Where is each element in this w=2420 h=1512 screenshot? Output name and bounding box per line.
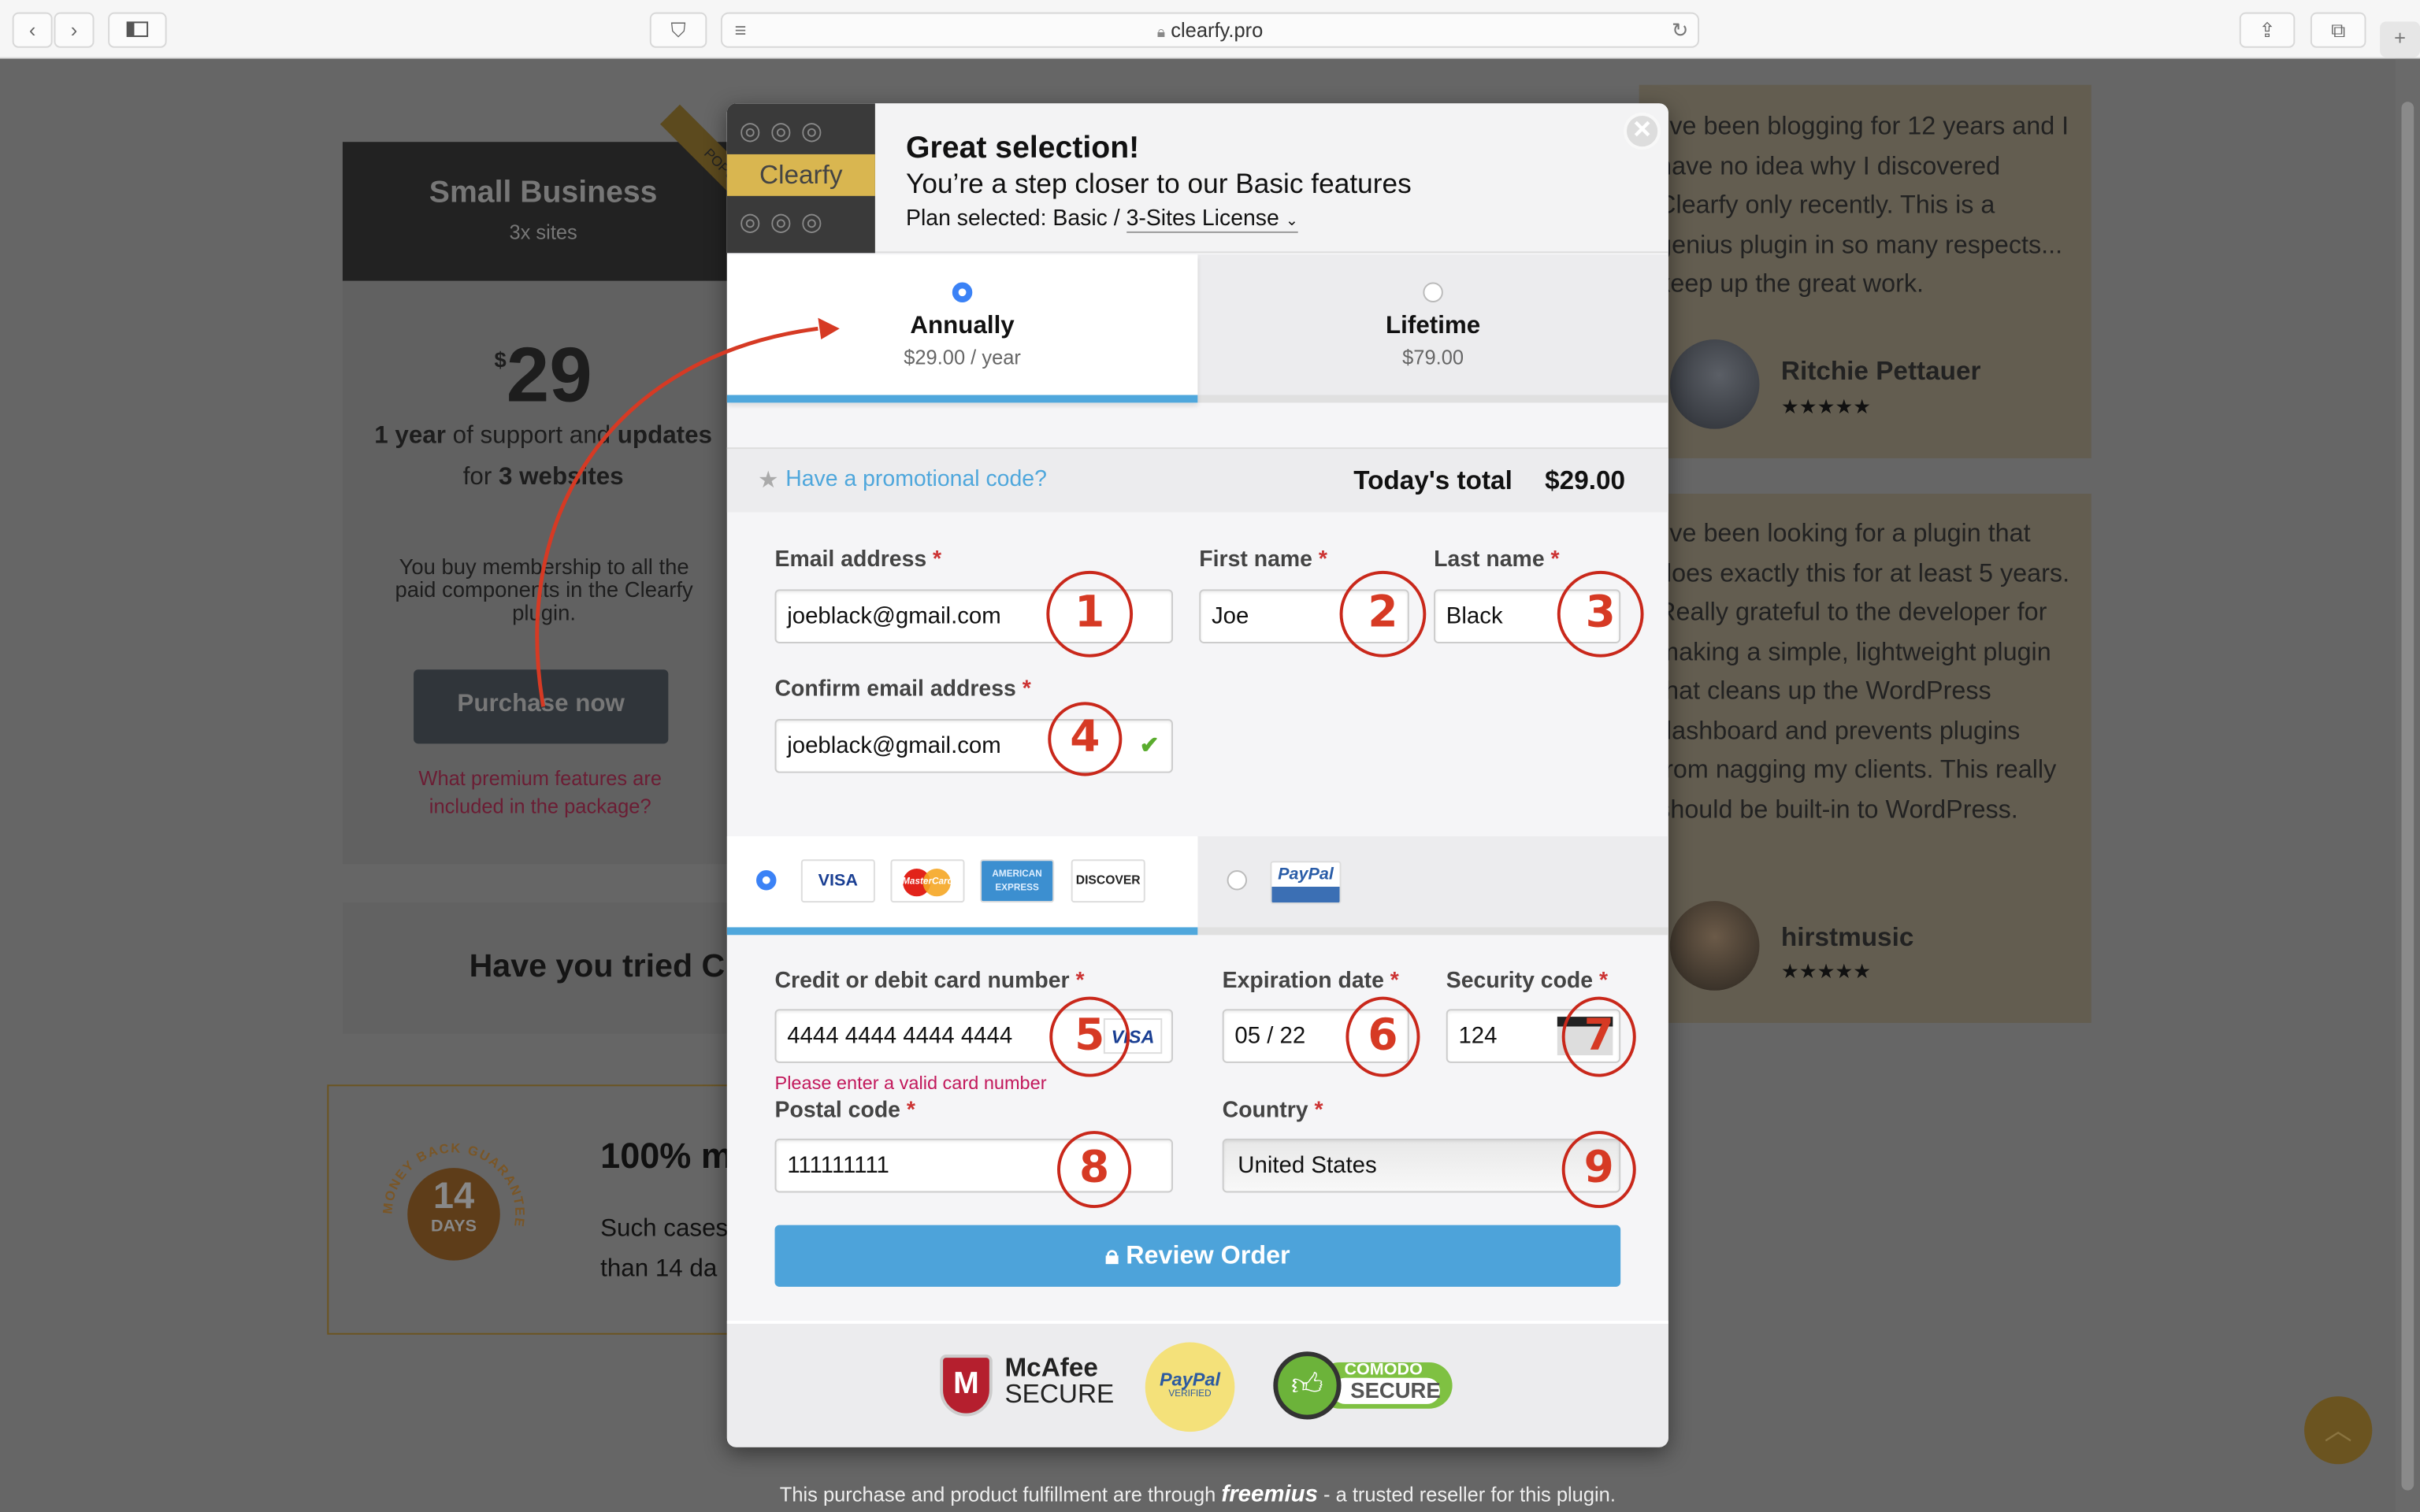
annotation-marker: 8	[1057, 1131, 1132, 1209]
annotation-marker: 6	[1345, 996, 1420, 1077]
annotation-marker: 3	[1557, 570, 1644, 658]
annotation-marker: 7	[1561, 996, 1636, 1077]
annotation-marker: 2	[1339, 570, 1427, 658]
annotation-arrow	[535, 317, 840, 707]
annotation-marker: 1	[1046, 570, 1134, 658]
annotation-marker: 4	[1048, 702, 1123, 776]
annotation-marker: 5	[1049, 996, 1130, 1077]
annotation-marker: 9	[1561, 1131, 1636, 1209]
